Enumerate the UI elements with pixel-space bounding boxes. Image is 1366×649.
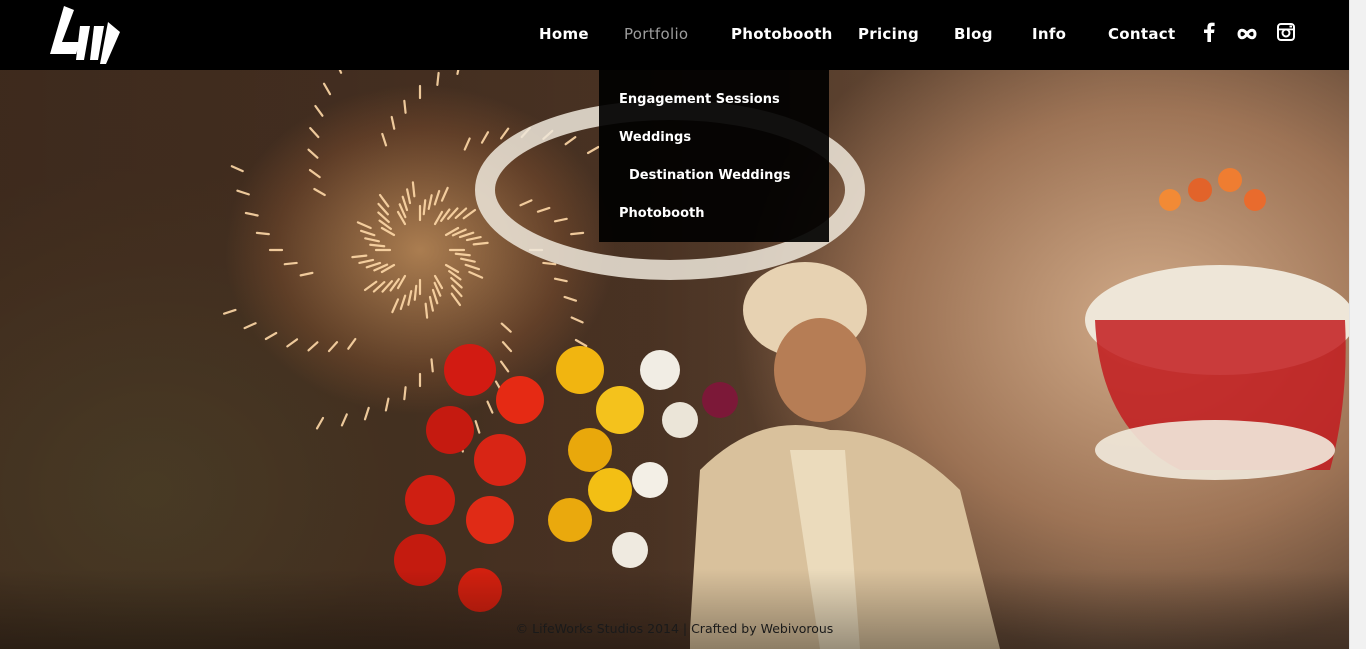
instagram-icon[interactable] bbox=[1277, 23, 1295, 46]
copyright-text: © LifeWorks Studios 2014 | Crafted by bbox=[515, 621, 761, 636]
main-navigation: Home Portfolio Photobooth Pricing Blog I… bbox=[0, 0, 1349, 70]
menu-item-destination-weddings[interactable]: Destination Weddings bbox=[629, 168, 790, 183]
nav-pricing[interactable]: Pricing bbox=[858, 25, 919, 43]
page: Home Portfolio Photobooth Pricing Blog I… bbox=[0, 0, 1366, 649]
nav-info[interactable]: Info bbox=[1032, 25, 1066, 43]
menu-item-engagement-sessions[interactable]: Engagement Sessions bbox=[619, 92, 780, 107]
nav-portfolio[interactable]: Portfolio bbox=[624, 25, 688, 43]
flickr-icon[interactable] bbox=[1236, 27, 1258, 45]
nav-contact[interactable]: Contact bbox=[1108, 25, 1175, 43]
nav-blog[interactable]: Blog bbox=[954, 25, 993, 43]
nav-home[interactable]: Home bbox=[539, 25, 589, 43]
portfolio-dropdown-menu: Engagement Sessions Weddings Destination… bbox=[599, 70, 829, 242]
menu-item-weddings[interactable]: Weddings bbox=[619, 130, 691, 145]
page-scrollbar[interactable] bbox=[1349, 0, 1366, 649]
site-footer: © LifeWorks Studios 2014 | Crafted by We… bbox=[0, 621, 1349, 636]
nav-photobooth[interactable]: Photobooth bbox=[731, 25, 833, 43]
site-header: Home Portfolio Photobooth Pricing Blog I… bbox=[0, 0, 1349, 70]
facebook-icon[interactable] bbox=[1203, 22, 1215, 47]
menu-item-photobooth[interactable]: Photobooth bbox=[619, 206, 705, 221]
webivorous-credit-link[interactable]: Webivorous bbox=[761, 621, 834, 636]
